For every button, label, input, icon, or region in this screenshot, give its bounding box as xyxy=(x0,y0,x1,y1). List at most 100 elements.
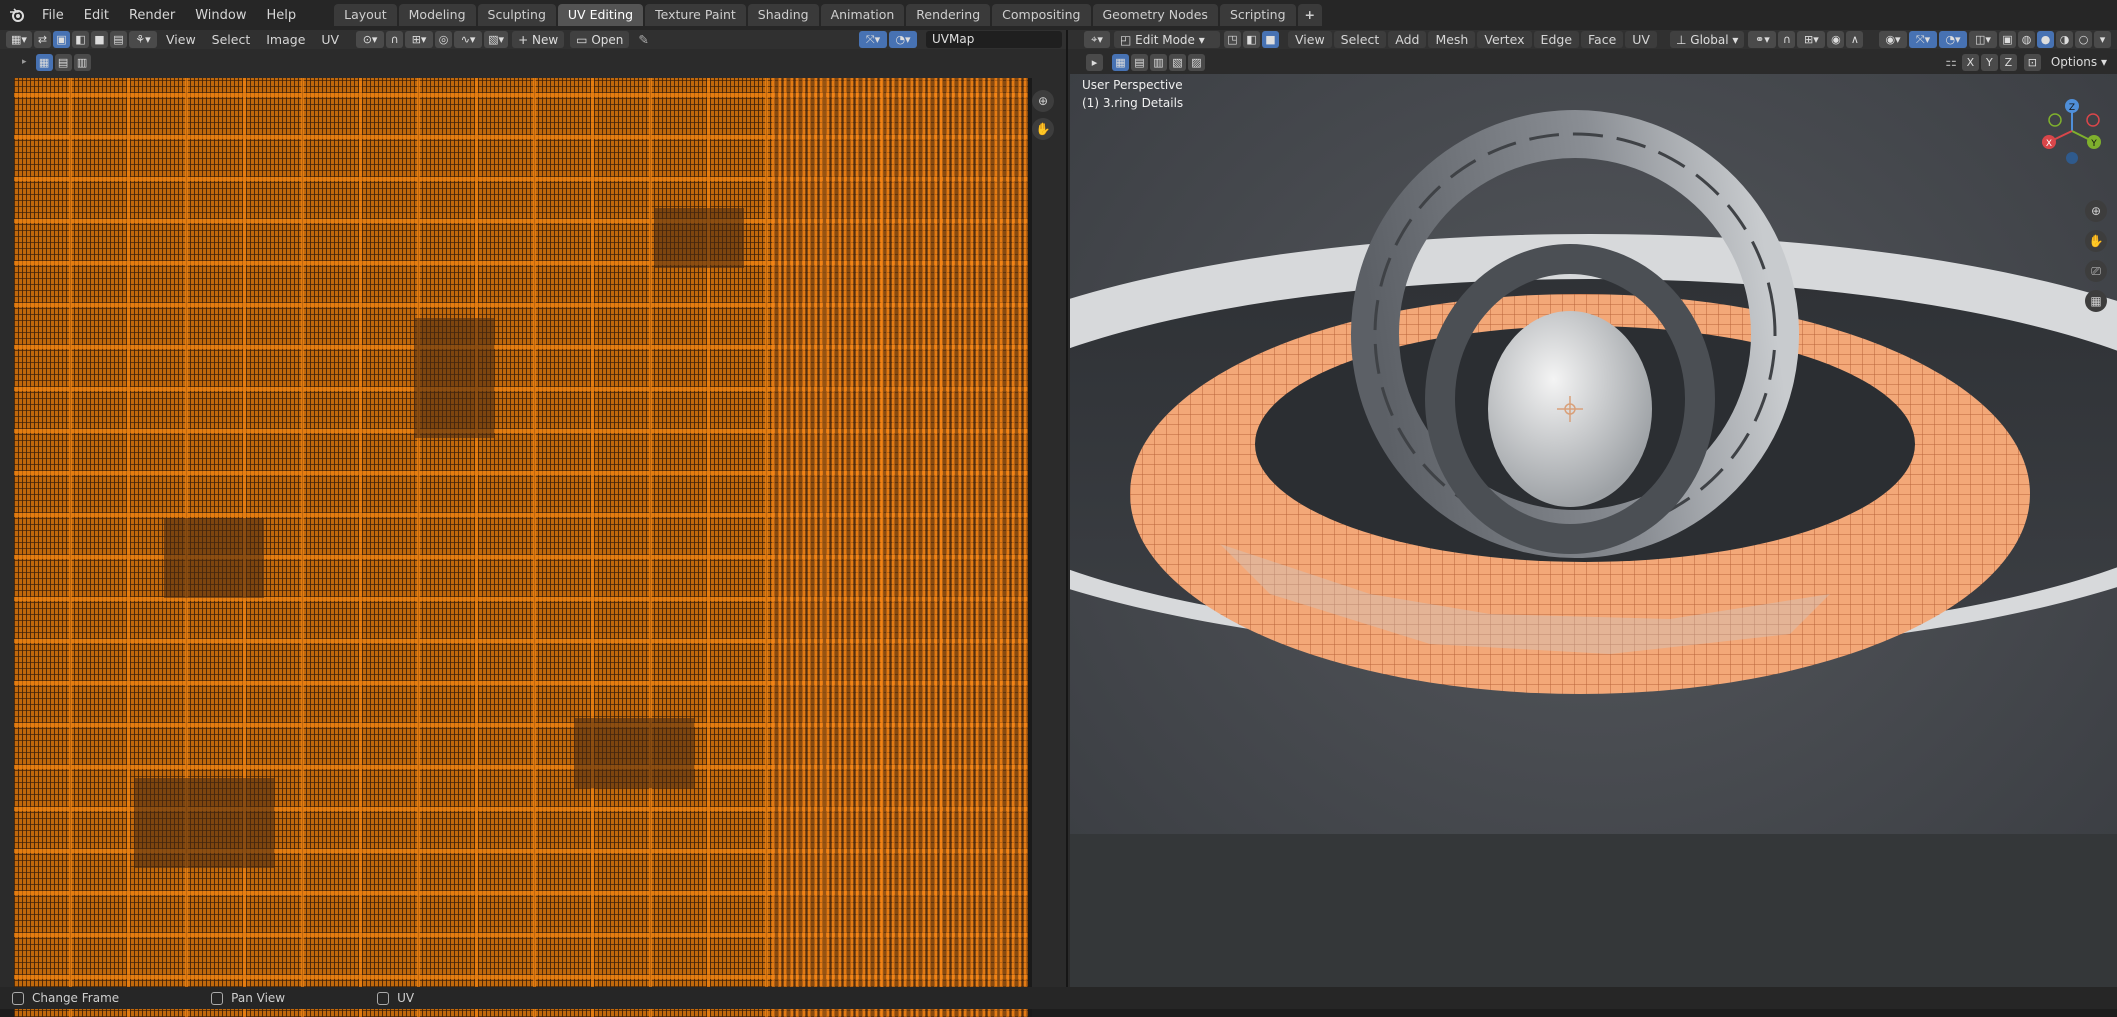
xray-icon[interactable]: ◫▾ xyxy=(1969,31,1997,48)
tab-rendering[interactable]: Rendering xyxy=(906,4,990,26)
falloff-icon[interactable]: ∿▾ xyxy=(454,31,482,48)
tab-texture-paint[interactable]: Texture Paint xyxy=(645,4,746,26)
vp-select-subtract-icon[interactable]: ▥ xyxy=(1150,54,1167,71)
menu-file[interactable]: File xyxy=(32,8,74,23)
uv-zoom-icon[interactable]: ⊕ xyxy=(1032,90,1054,112)
menu-help[interactable]: Help xyxy=(257,8,307,23)
rendered-shading-icon[interactable]: ○ xyxy=(2075,31,2092,48)
island-select-icon[interactable]: ▤ xyxy=(110,31,127,48)
vp-select-invert-icon[interactable]: ▧ xyxy=(1169,54,1186,71)
mode-label: Edit Mode xyxy=(1135,33,1195,47)
visibility-icon[interactable]: ◉▾ xyxy=(1879,31,1907,48)
mode-dropdown[interactable]: ◰ Edit Mode ▾ xyxy=(1114,31,1220,48)
select-subtract-icon[interactable]: ▥ xyxy=(74,54,91,71)
vp-menu-view[interactable]: View xyxy=(1288,31,1332,48)
menu-window[interactable]: Window xyxy=(185,8,256,23)
open-image-button[interactable]: ▭ Open xyxy=(570,31,629,48)
image-browse-icon[interactable]: ▧▾ xyxy=(484,31,508,48)
vp-menu-face[interactable]: Face xyxy=(1581,31,1623,48)
mirror-y-button[interactable]: Y xyxy=(1981,54,1998,71)
vp-select-intersect-icon[interactable]: ▨ xyxy=(1188,54,1205,71)
uv-gizmo-toggle-icon[interactable]: ⤧▾ xyxy=(859,31,887,48)
tab-layout[interactable]: Layout xyxy=(334,4,397,26)
mirror-x-button[interactable]: X xyxy=(1962,54,1979,71)
vp-face-select-icon[interactable]: ■ xyxy=(1262,31,1279,48)
navigation-gizmo[interactable]: Z Y X xyxy=(2037,96,2107,166)
uv-menu-image[interactable]: Image xyxy=(258,32,313,47)
vp-select-box-icon[interactable]: ▦ xyxy=(1112,54,1129,71)
select-box-icon[interactable]: ▦ xyxy=(36,54,53,71)
tab-animation[interactable]: Animation xyxy=(821,4,905,26)
tab-uv-editing[interactable]: UV Editing xyxy=(558,4,643,26)
tab-geometry-nodes[interactable]: Geometry Nodes xyxy=(1093,4,1218,26)
pivot-icon[interactable]: ⊙▾ xyxy=(356,31,384,48)
mouse-left-icon xyxy=(12,992,24,1005)
vp-falloff-icon[interactable]: ∧ xyxy=(1846,31,1863,48)
blender-logo-icon[interactable] xyxy=(8,6,26,24)
transform-orientation-label: Global xyxy=(1690,33,1728,47)
vp-edge-select-icon[interactable]: ◧ xyxy=(1243,31,1260,48)
menu-render[interactable]: Render xyxy=(119,8,185,23)
viewport-canvas[interactable]: User Perspective (1) 3.ring Details Z Y … xyxy=(1070,74,2117,987)
vp-proportional-icon[interactable]: ◉ xyxy=(1827,31,1844,48)
tab-sculpting[interactable]: Sculpting xyxy=(478,4,556,26)
snap-icon[interactable]: ∩ xyxy=(386,31,403,48)
vp-vertex-select-icon[interactable]: ◳ xyxy=(1224,31,1241,48)
viewport-pane: ⌖▾ ◰ Edit Mode ▾ ◳ ◧ ■ View Select Add M… xyxy=(1068,30,2117,987)
uv-menu-uv[interactable]: UV xyxy=(313,32,347,47)
uv-menu-select[interactable]: Select xyxy=(204,32,259,47)
tab-compositing[interactable]: Compositing xyxy=(992,4,1090,26)
camera-view-icon[interactable]: ⎚ xyxy=(2085,260,2107,282)
face-select-icon[interactable]: ■ xyxy=(91,31,108,48)
add-workspace-button[interactable]: + xyxy=(1298,4,1322,26)
vertex-select-icon[interactable]: ▣ xyxy=(53,31,70,48)
uv-canvas[interactable] xyxy=(14,78,1032,1017)
vp-menu-edge[interactable]: Edge xyxy=(1534,31,1579,48)
gizmo-toggle-icon[interactable]: ⤧▾ xyxy=(1909,31,1937,48)
uv-pan-icon[interactable]: ✋ xyxy=(1032,118,1054,140)
tab-shading[interactable]: Shading xyxy=(748,4,819,26)
tab-scripting[interactable]: Scripting xyxy=(1220,4,1296,26)
material-shading-icon[interactable]: ◑ xyxy=(2056,31,2073,48)
perspective-toggle-icon[interactable]: ▦ xyxy=(2085,290,2107,312)
auto-merge-icon[interactable]: ⊡ xyxy=(2024,54,2041,71)
mirror-z-button[interactable]: Z xyxy=(2000,54,2017,71)
uv-menu-view[interactable]: View xyxy=(158,32,204,47)
mirror-icon[interactable]: ⚏ xyxy=(1945,55,1957,70)
wireframe-shading-icon[interactable]: ◍ xyxy=(2018,31,2035,48)
overlay-toggle-icon[interactable]: ◔▾ xyxy=(1939,31,1967,48)
transform-orientation-dropdown[interactable]: ⊥ Global ▾ xyxy=(1670,31,1744,48)
editor-type-icon[interactable]: ▦▾ xyxy=(6,31,32,48)
vp-menu-mesh[interactable]: Mesh xyxy=(1428,31,1475,48)
proportional-edit-icon[interactable]: ◎ xyxy=(435,31,452,48)
vp-snap-icon[interactable]: ∩ xyxy=(1778,31,1795,48)
uv-island-dense-1 xyxy=(164,518,264,598)
select-extend-icon[interactable]: ▤ xyxy=(55,54,72,71)
vp-menu-select[interactable]: Select xyxy=(1334,31,1387,48)
shading-options-icon[interactable]: ▾ xyxy=(2094,31,2111,48)
vp-pan-icon[interactable]: ✋ xyxy=(2085,230,2107,252)
vp-pivot-icon[interactable]: ⚭▾ xyxy=(1748,31,1776,48)
vp-select-extend-icon[interactable]: ▤ xyxy=(1131,54,1148,71)
xray-toggle-icon[interactable]: ▣ xyxy=(1999,31,2016,48)
collapse-toolbar-icon[interactable]: ▸ xyxy=(22,57,27,67)
vp-snap-target-icon[interactable]: ⊞▾ xyxy=(1797,31,1825,48)
snap-target-icon[interactable]: ⊞▾ xyxy=(405,31,433,48)
vp-menu-vertex[interactable]: Vertex xyxy=(1477,31,1531,48)
pin-icon[interactable]: ✎ xyxy=(638,32,648,47)
viewport-editor-type-icon[interactable]: ⌖▾ xyxy=(1084,31,1110,48)
menu-edit[interactable]: Edit xyxy=(74,8,119,23)
vp-menu-uv[interactable]: UV xyxy=(1625,31,1657,48)
options-dropdown[interactable]: Options ▾ xyxy=(2045,54,2113,71)
sticky-mode-icon[interactable]: ⚘▾ xyxy=(129,31,157,48)
vp-zoom-icon[interactable]: ⊕ xyxy=(2085,200,2107,222)
vp-collapse-toolbar-icon[interactable]: ▸ xyxy=(1086,54,1103,71)
sync-selection-icon[interactable]: ⇄ xyxy=(34,31,51,48)
vp-menu-add[interactable]: Add xyxy=(1388,31,1426,48)
solid-shading-icon[interactable]: ● xyxy=(2037,31,2054,48)
new-image-button[interactable]: + New xyxy=(512,31,564,48)
tab-modeling[interactable]: Modeling xyxy=(399,4,476,26)
uv-overlay-toggle-icon[interactable]: ◔▾ xyxy=(889,31,917,48)
edge-select-icon[interactable]: ◧ xyxy=(72,31,89,48)
uvmap-field[interactable]: UVMap xyxy=(926,31,1062,48)
